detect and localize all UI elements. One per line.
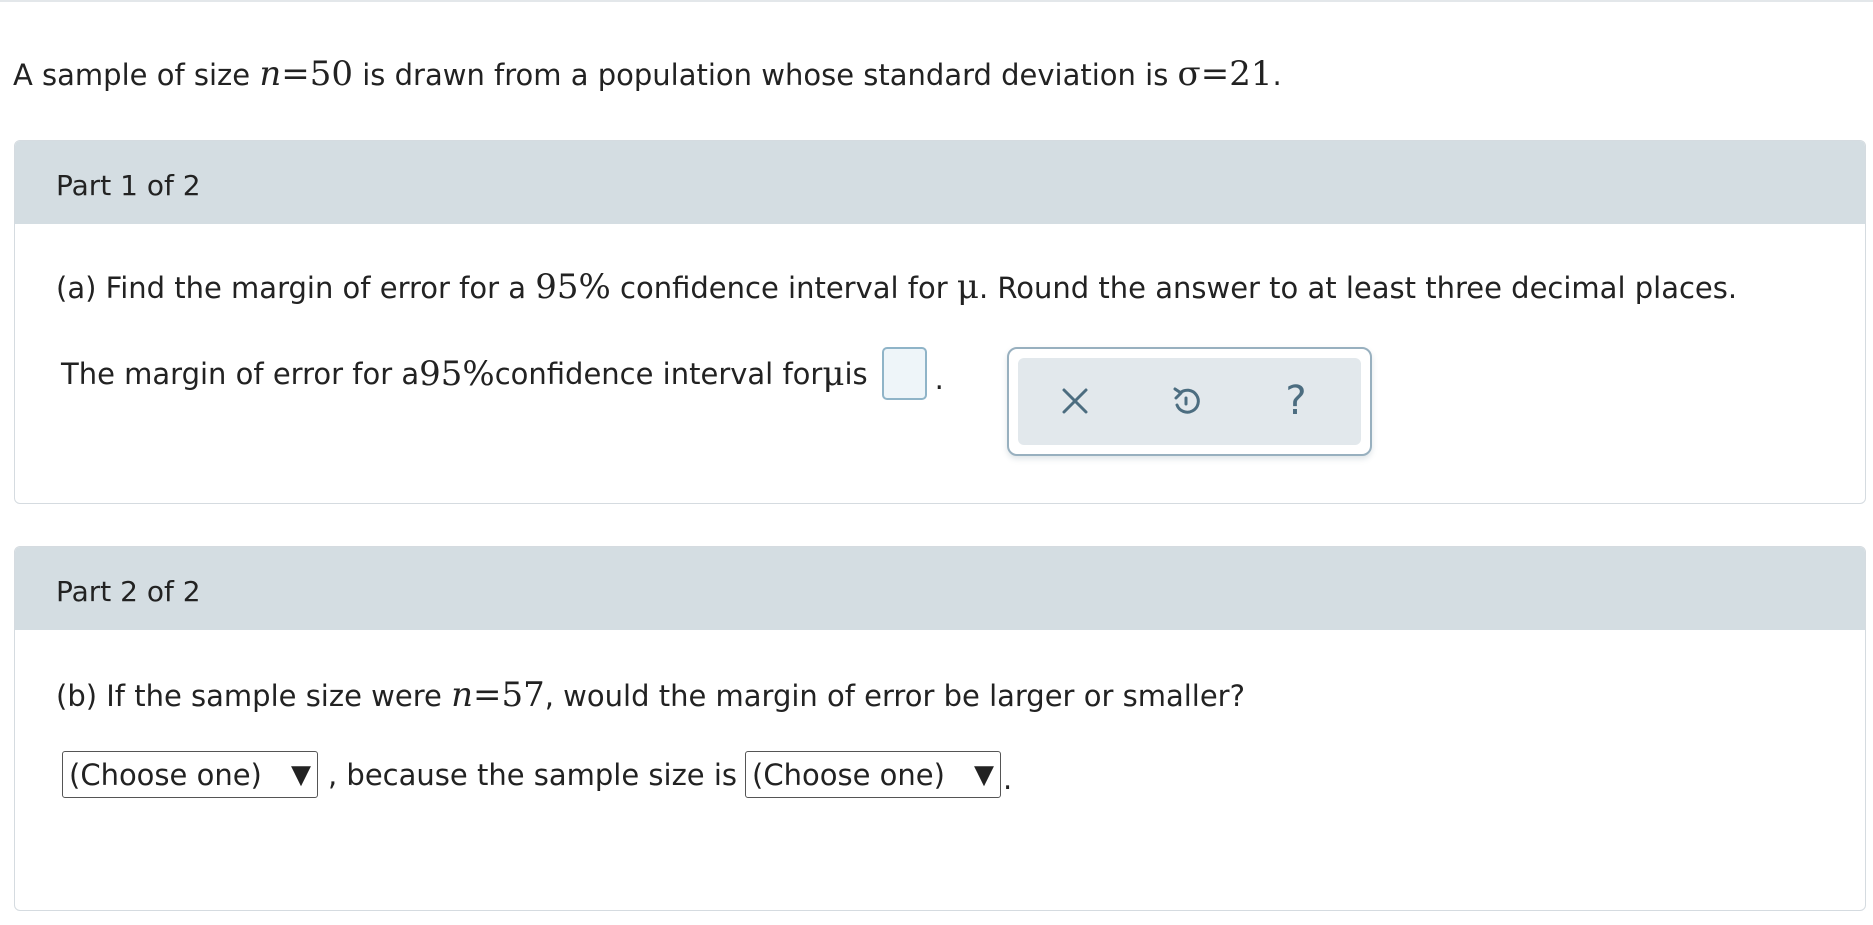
mu-symbol: μ xyxy=(956,267,979,307)
help-icon[interactable]: ? xyxy=(1273,378,1319,424)
answer-period: . xyxy=(934,361,944,396)
undo-icon[interactable] xyxy=(1163,378,1209,424)
part-1-label: Part 1 of 2 xyxy=(56,169,201,202)
n-symbol: n xyxy=(259,54,282,94)
select-1-value: (Choose one) xyxy=(69,757,262,792)
sample-size-select[interactable]: (Choose one) ▼ xyxy=(745,751,1002,798)
part-2-card: Part 2 of 2 (b) If the sample size were … xyxy=(14,546,1866,911)
intro-prefix: A sample of size xyxy=(13,58,260,92)
answer-b-middle: , because the sample size is xyxy=(328,757,738,792)
n-value-b: =57 xyxy=(472,675,545,715)
part-1-card: Part 1 of 2 (a) Find the margin of error… xyxy=(14,140,1866,504)
answer-b-period: . xyxy=(1003,761,1013,796)
n-symbol-b: n xyxy=(451,675,473,715)
part-1-header: Part 1 of 2 xyxy=(15,141,1865,224)
answer-tools-panel: ? xyxy=(1007,347,1372,456)
top-divider xyxy=(0,0,1873,2)
part-2-answer-line: (Choose one) ▼ , because the sample size… xyxy=(62,751,1012,798)
margin-of-error-input[interactable] xyxy=(881,347,927,400)
intro-suffix: . xyxy=(1272,58,1282,92)
sigma-expression: σ=21 xyxy=(1177,54,1273,94)
select-2-value: (Choose one) xyxy=(752,757,945,792)
answer-tools-inner: ? xyxy=(1018,358,1361,445)
intro-middle: is drawn from a population whose standar… xyxy=(353,58,1178,92)
part-1-question: (a) Find the margin of error for a 95% c… xyxy=(56,267,1737,307)
confidence-percent: 95% xyxy=(535,267,611,307)
answer-middle: confidence interval for xyxy=(494,356,823,391)
question-suffix: . Round the answer to at least three dec… xyxy=(979,271,1738,305)
question-middle: confidence interval for xyxy=(610,271,957,305)
part-1-answer-line: The margin of error for a 95% confidence… xyxy=(61,347,944,400)
help-glyph: ? xyxy=(1285,378,1307,424)
question-prefix: (a) Find the margin of error for a xyxy=(56,271,536,305)
part-2-question: (b) If the sample size were n=57, would … xyxy=(56,675,1245,715)
problem-statement: A sample of size n=50 is drawn from a po… xyxy=(13,54,1282,94)
answer-confidence-percent: 95% xyxy=(419,353,495,394)
chevron-down-icon: ▼ xyxy=(291,759,311,790)
chevron-down-icon: ▼ xyxy=(974,759,995,790)
close-icon[interactable] xyxy=(1052,378,1098,424)
answer-suffix: is xyxy=(844,356,868,391)
n-value: =50 xyxy=(281,54,354,94)
part-2-label: Part 2 of 2 xyxy=(56,575,201,608)
part-2-header: Part 2 of 2 xyxy=(15,547,1865,630)
question-b-prefix: (b) If the sample size were xyxy=(56,679,452,713)
answer-prefix: The margin of error for a xyxy=(61,356,420,391)
answer-mu-symbol: μ xyxy=(822,353,845,394)
question-b-suffix: , would the margin of error be larger or… xyxy=(544,679,1245,713)
larger-smaller-select[interactable]: (Choose one) ▼ xyxy=(62,751,318,798)
